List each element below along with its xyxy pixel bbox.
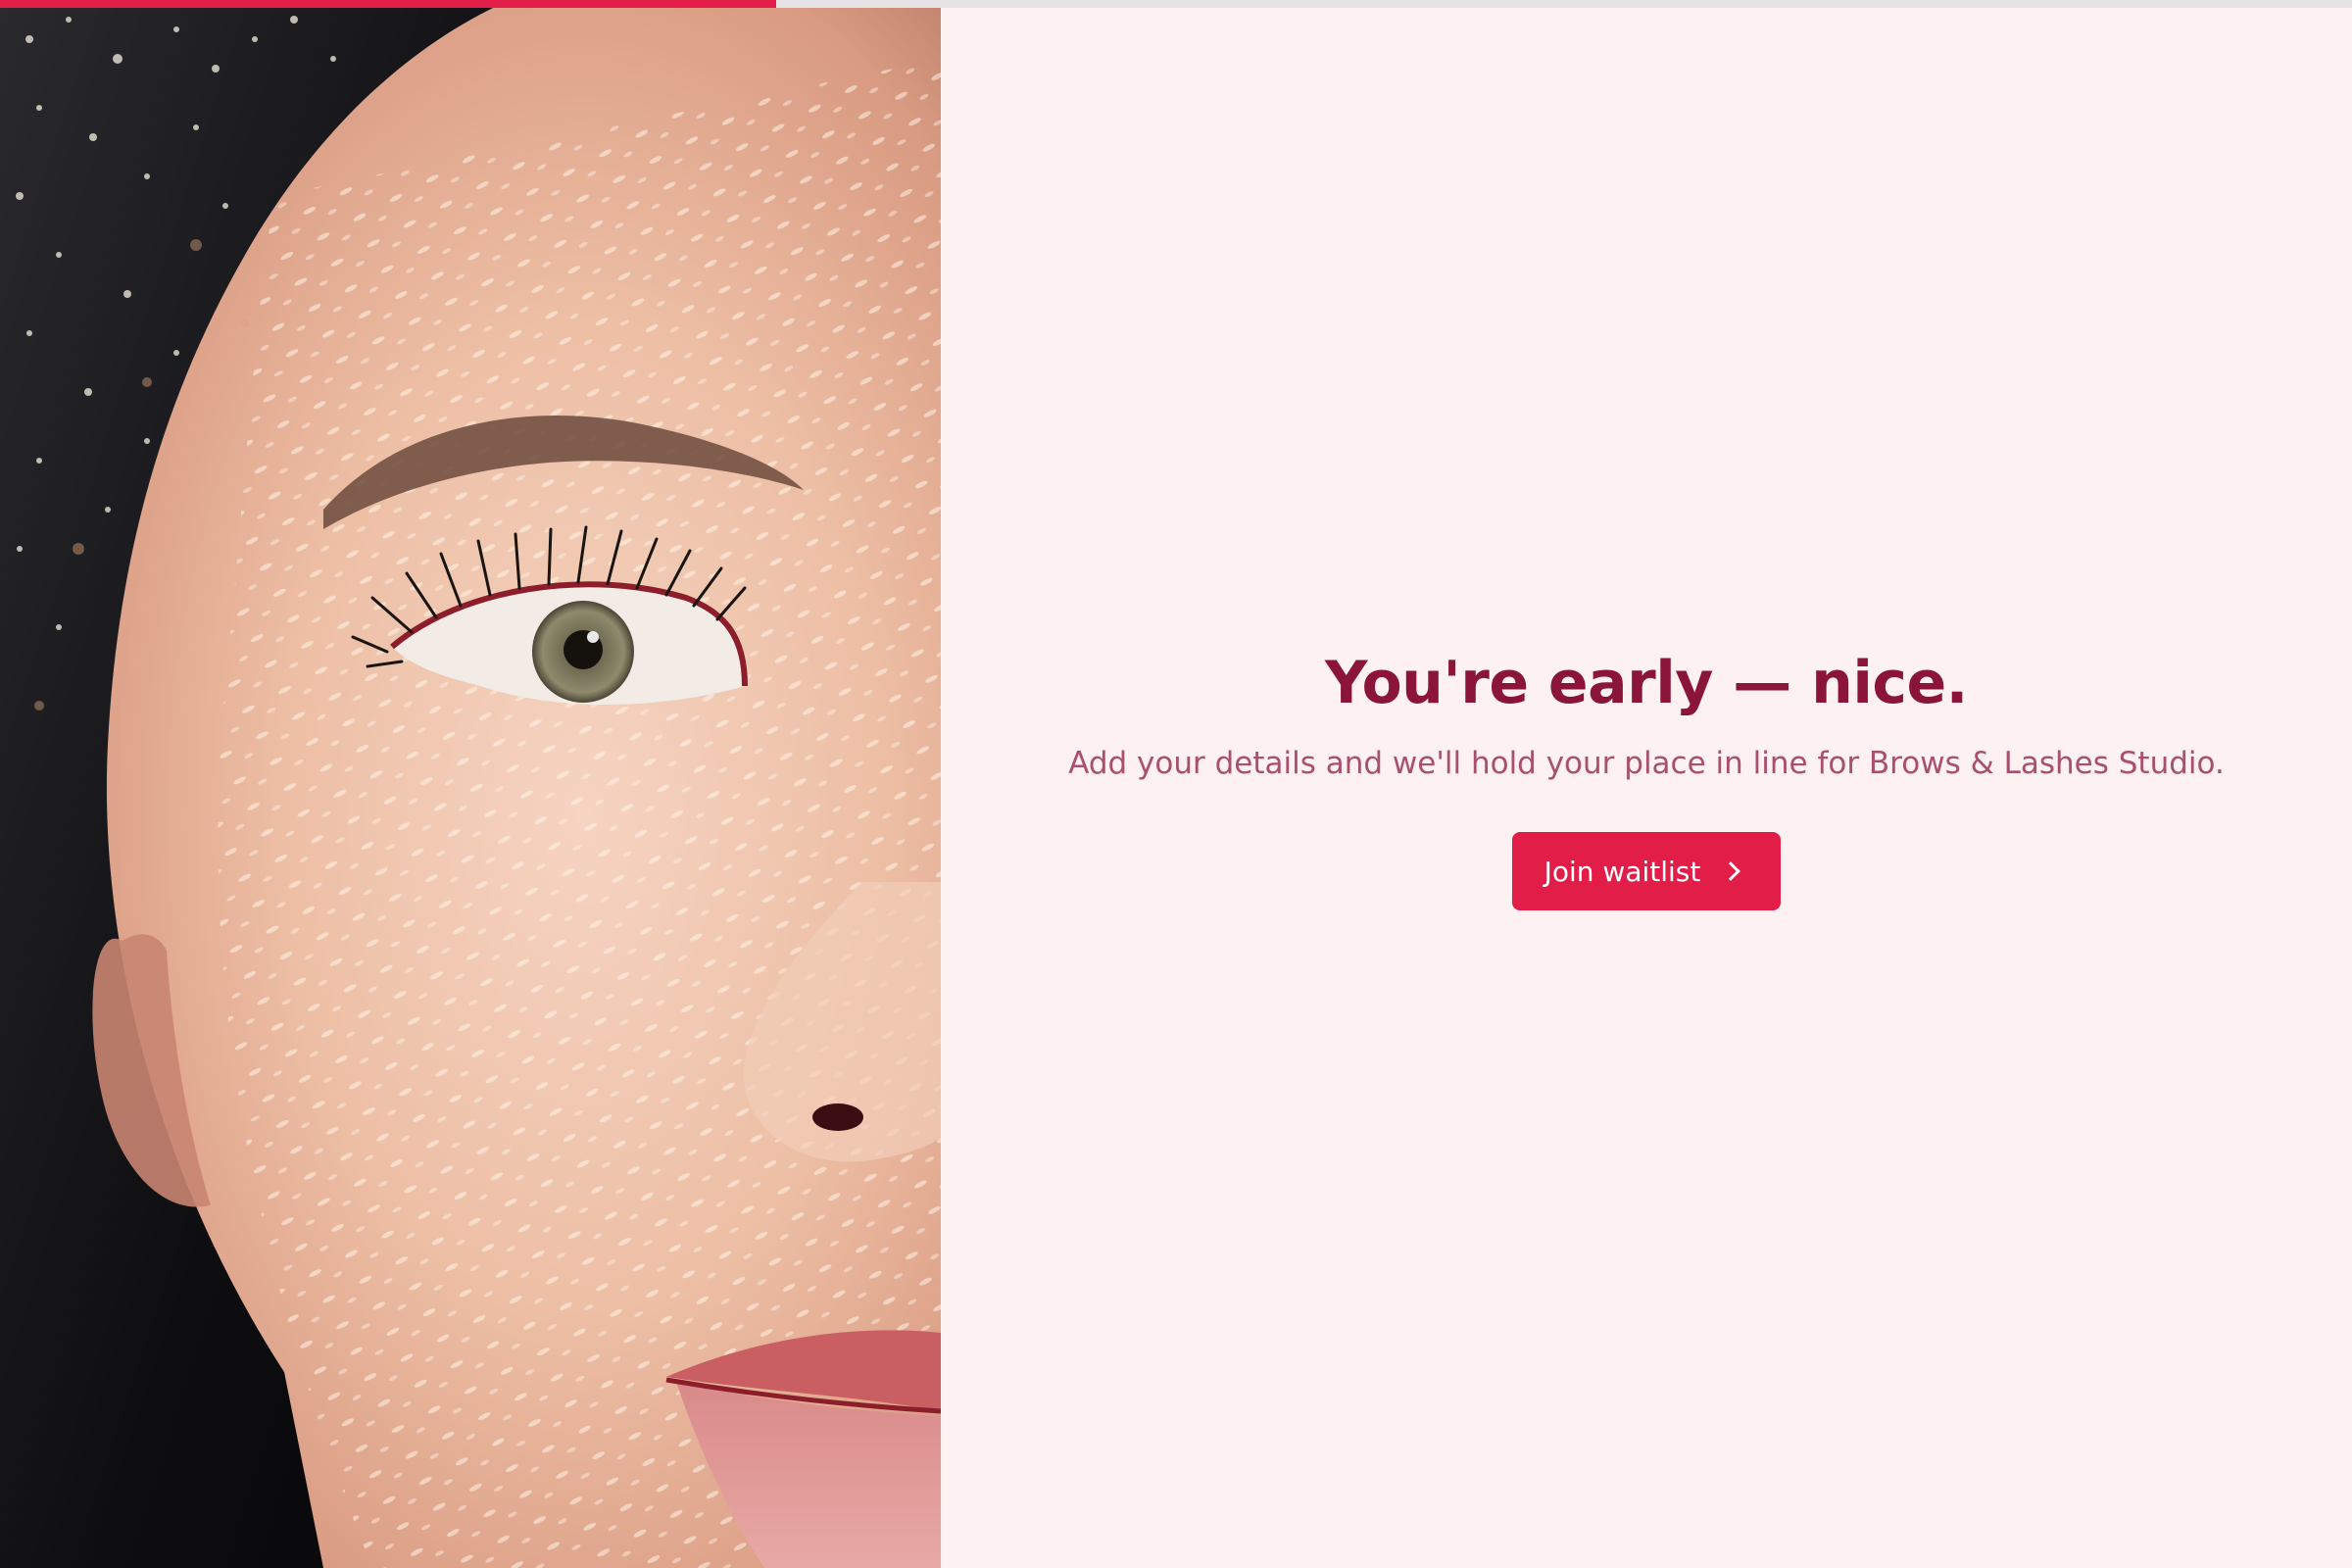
join-waitlist-button[interactable]: Join waitlist xyxy=(1511,832,1782,911)
waitlist-intro: You're early — nice. Add your details an… xyxy=(941,0,2352,1568)
page-title: You're early — nice. xyxy=(1325,648,1968,717)
progress-bar xyxy=(0,0,2352,8)
chevron-right-icon xyxy=(1721,861,1741,882)
page-subtitle: Add your details and we'll hold your pla… xyxy=(1068,745,2225,781)
portrait-photo-icon xyxy=(0,0,941,1568)
progress-bar-fill xyxy=(0,0,776,8)
hero-photo xyxy=(0,0,941,1568)
join-waitlist-button-label: Join waitlist xyxy=(1544,855,1701,888)
